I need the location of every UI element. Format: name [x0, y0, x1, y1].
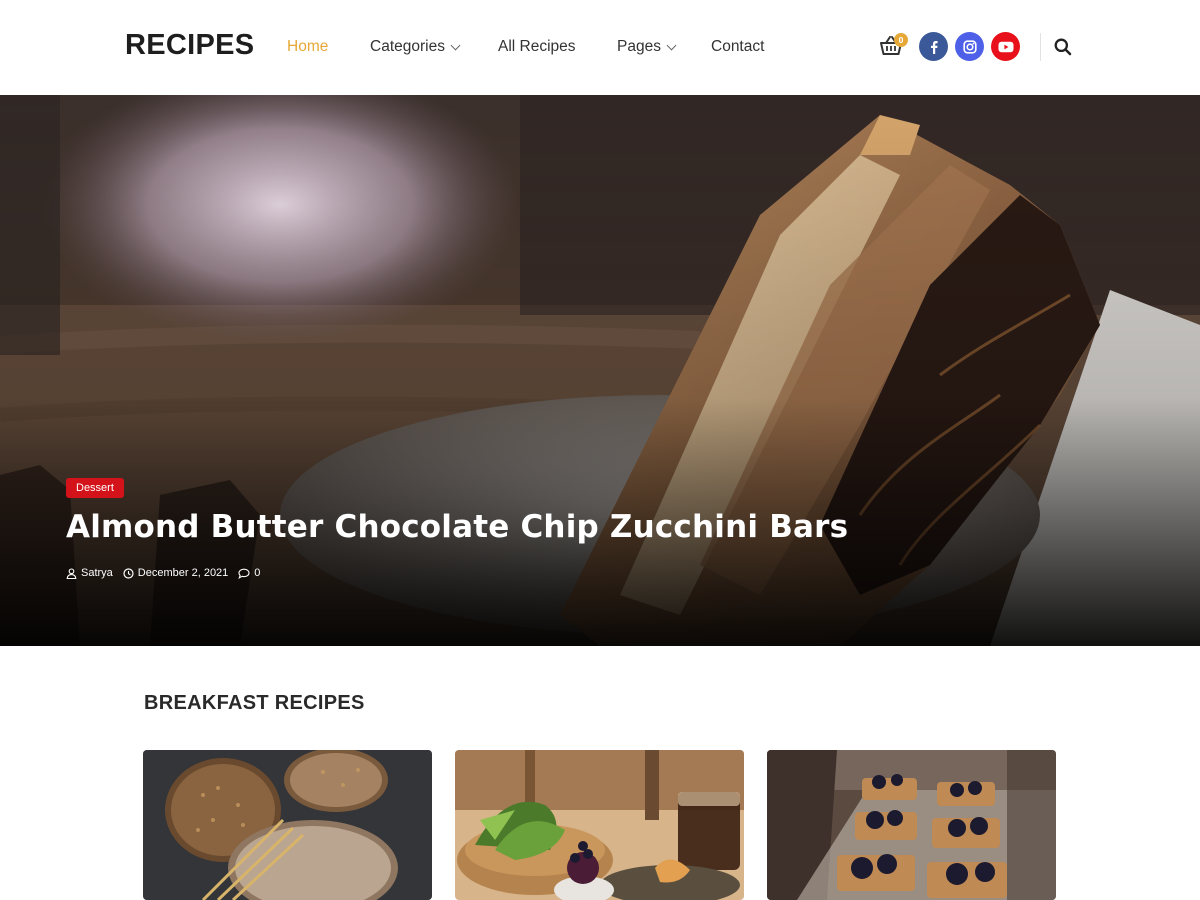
nav-home-label: Home: [287, 38, 329, 55]
comment-count: 0: [254, 567, 261, 579]
chevron-down-icon: [450, 40, 461, 50]
facebook-icon: [930, 40, 938, 54]
breakfast-plate-image: [455, 750, 744, 900]
nav-categories-label: Categories: [370, 38, 445, 55]
cart-button[interactable]: 0: [879, 33, 908, 59]
meta-author[interactable]: Satrya: [66, 567, 113, 579]
section-title: BREAKFAST RECIPES: [144, 692, 365, 714]
search-icon: [1054, 38, 1072, 56]
youtube-icon: [998, 41, 1013, 52]
nav-pages[interactable]: Pages: [617, 38, 677, 56]
nav-pages-label: Pages: [617, 38, 661, 55]
meta-comments[interactable]: 0: [238, 567, 260, 579]
post-date: December 2, 2021: [137, 567, 229, 579]
hero-featured-post[interactable]: Dessert Almond Butter Chocolate Chip Zuc…: [0, 95, 1200, 646]
nav-all-recipes-label: All Recipes: [498, 38, 576, 55]
clock-icon: [123, 567, 134, 579]
chevron-down-icon: [666, 40, 677, 50]
hero-content: Dessert Almond Butter Chocolate Chip Zuc…: [66, 478, 966, 579]
cart-count-badge: 0: [894, 33, 908, 47]
nav-contact-label: Contact: [711, 38, 765, 55]
recipe-card[interactable]: [767, 750, 1056, 900]
instagram-icon: [962, 39, 977, 54]
recipe-card[interactable]: [455, 750, 744, 900]
header-divider: [1040, 33, 1041, 61]
nav-home[interactable]: Home: [287, 38, 328, 56]
site-header: RECIPES Home Categories All Recipes Page…: [0, 0, 1200, 95]
recipe-card[interactable]: [143, 750, 432, 900]
hero-title[interactable]: Almond Butter Chocolate Chip Zucchini Ba…: [66, 509, 966, 545]
nav-contact[interactable]: Contact: [711, 38, 764, 56]
nav-categories[interactable]: Categories: [370, 38, 461, 56]
pastries-image: [767, 750, 1056, 900]
comment-icon: [238, 568, 250, 579]
bread-image: [143, 750, 432, 900]
youtube-button[interactable]: [991, 32, 1020, 61]
user-icon: [66, 567, 77, 579]
search-button[interactable]: [1053, 37, 1073, 57]
category-badge[interactable]: Dessert: [66, 478, 124, 498]
post-meta: Satrya December 2, 2021 0: [66, 567, 966, 579]
meta-date: December 2, 2021: [123, 567, 229, 579]
facebook-button[interactable]: [919, 32, 948, 61]
author-name: Satrya: [81, 567, 113, 579]
instagram-button[interactable]: [955, 32, 984, 61]
nav-all-recipes[interactable]: All Recipes: [498, 38, 576, 56]
site-logo[interactable]: RECIPES: [125, 29, 254, 62]
